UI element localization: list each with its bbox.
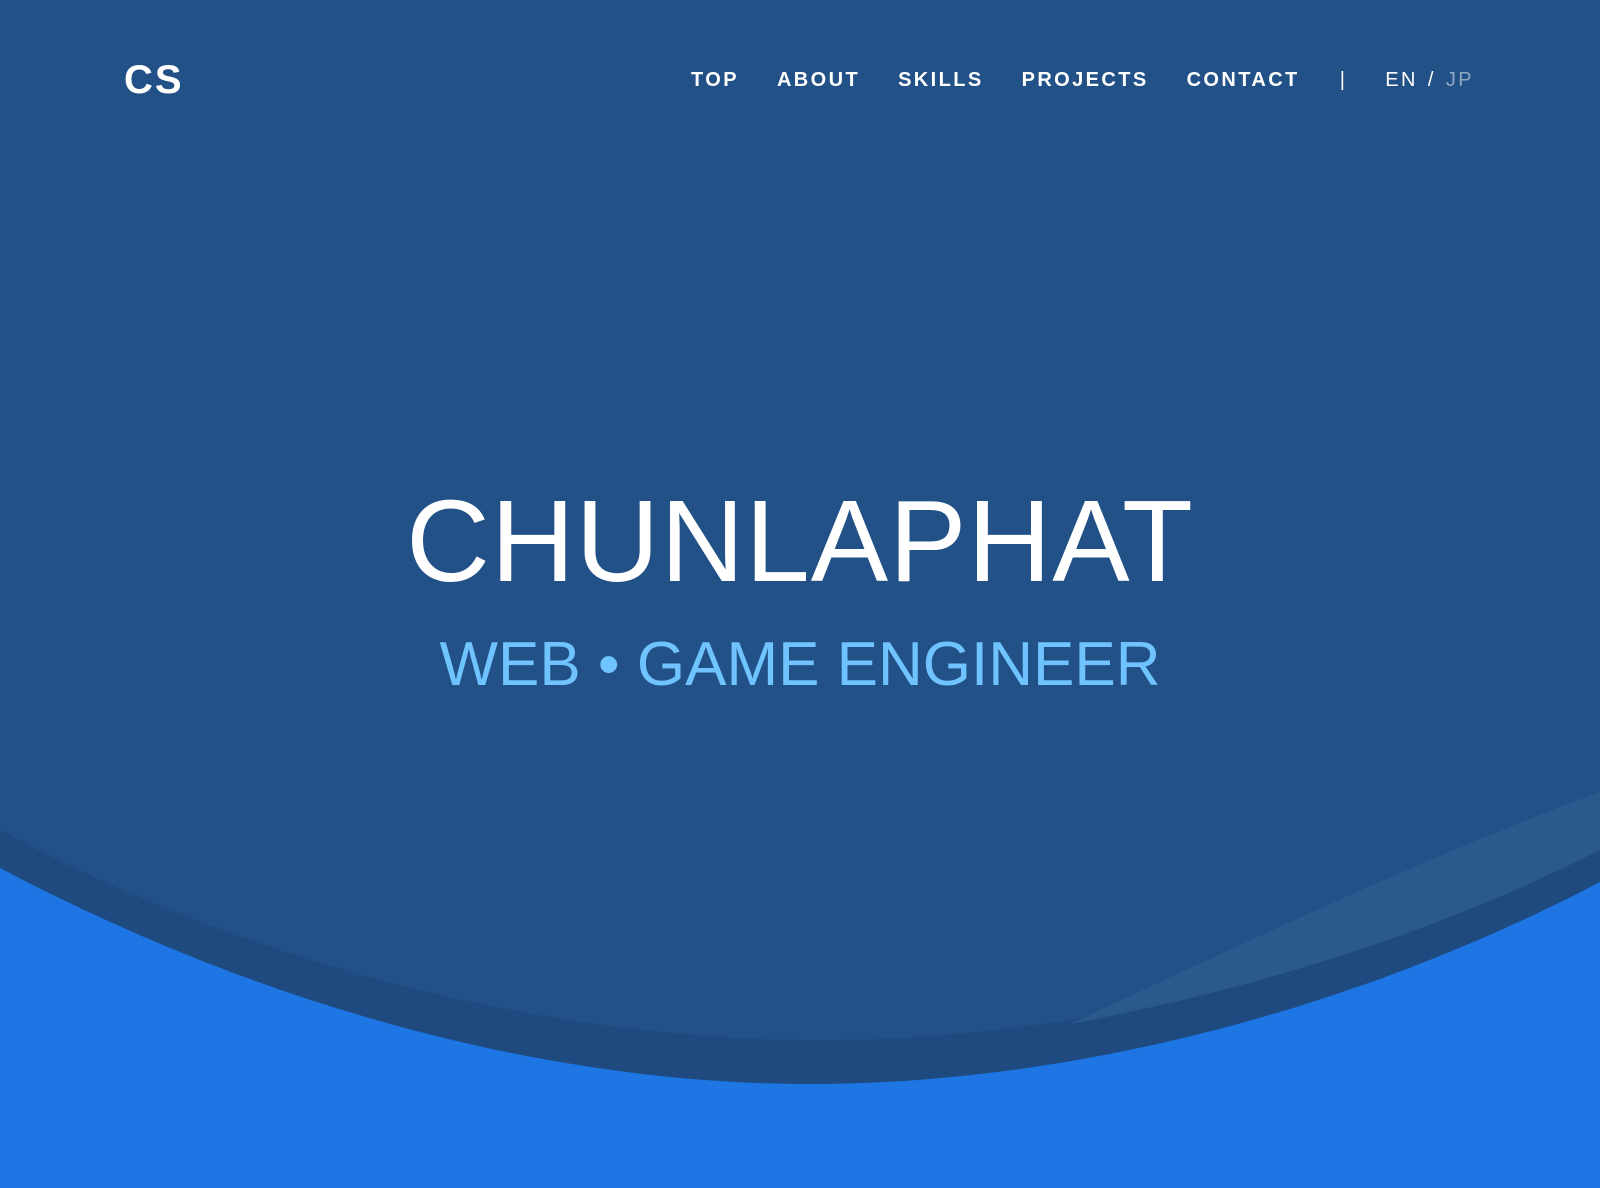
language-switcher: EN / JP <box>1385 64 1474 96</box>
language-separator: / <box>1427 69 1436 91</box>
hero-title: WEB • GAME ENGINEER <box>439 630 1161 699</box>
nav-contact[interactable]: CONTACT <box>1187 64 1300 96</box>
main-navigation: TOP ABOUT SKILLS PROJECTS CONTACT | EN /… <box>691 64 1474 96</box>
language-english[interactable]: EN <box>1385 64 1418 96</box>
nav-top[interactable]: TOP <box>691 64 739 96</box>
hero-name: CHUNLAPHAT <box>406 476 1194 606</box>
site-logo[interactable]: CS <box>124 56 184 104</box>
nav-about[interactable]: ABOUT <box>777 64 860 96</box>
nav-projects[interactable]: PROJECTS <box>1022 64 1149 96</box>
hero-section: CHUNLAPHAT WEB • GAME ENGINEER <box>0 476 1600 700</box>
portfolio-page: CS TOP ABOUT SKILLS PROJECTS CONTACT | E… <box>0 0 1600 1188</box>
nav-divider: | <box>1339 69 1348 91</box>
language-japanese[interactable]: JP <box>1446 64 1474 96</box>
nav-skills[interactable]: SKILLS <box>898 64 984 96</box>
